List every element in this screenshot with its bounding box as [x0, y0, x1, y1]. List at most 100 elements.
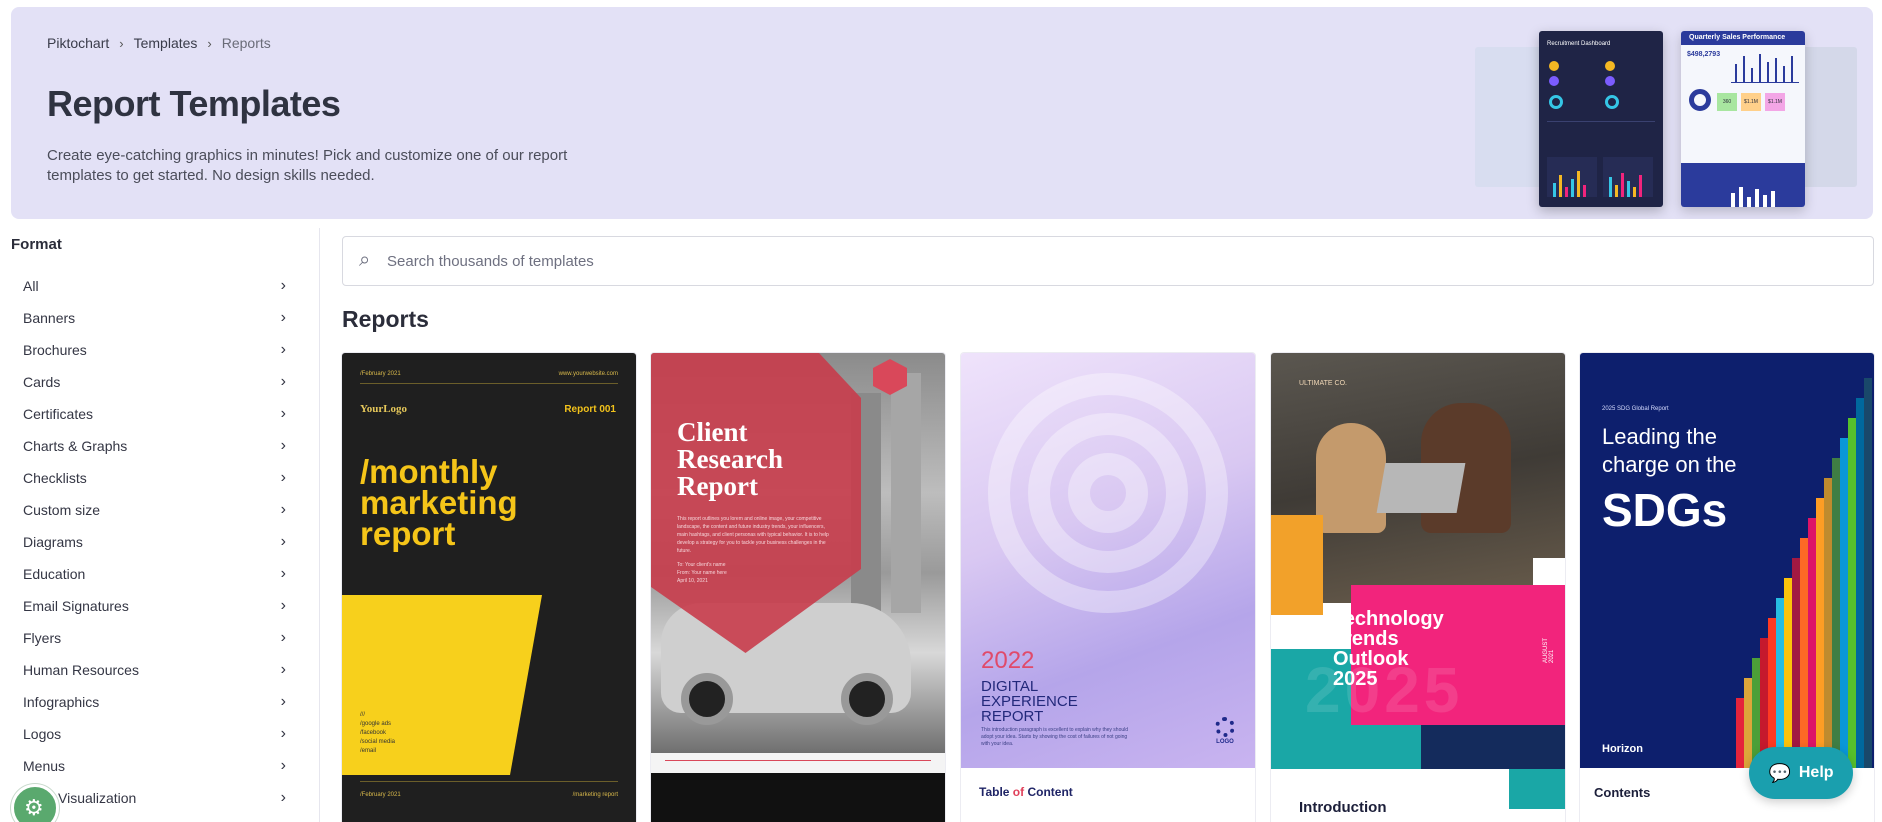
sidebar-item-menus[interactable]: Menus › [0, 750, 300, 782]
card-caption: Table of Content [979, 785, 1073, 799]
card-stripe [1816, 498, 1824, 768]
sidebar-item-custom-size[interactable]: Custom size › [0, 494, 300, 526]
card-text: 2025 SDG Global Report [1602, 406, 1669, 412]
hero-art-footer [1681, 163, 1805, 207]
card-photo-shape [891, 373, 921, 613]
hero-art-donut [1689, 89, 1711, 111]
card-stripe [1832, 458, 1840, 768]
sidebar-item-banners[interactable]: Banners › [0, 302, 300, 334]
card-brand: Horizon [1602, 743, 1643, 755]
sidebar-item-human-resources[interactable]: Human Resources › [0, 654, 300, 686]
chevron-right-icon: › [280, 693, 286, 710]
sidebar-item-flyers[interactable]: Flyers › [0, 622, 300, 654]
card-stripe [1824, 478, 1832, 768]
card-title: DIGITAL EXPERIENCE REPORT [981, 679, 1078, 724]
sidebar-item-all[interactable]: All › [0, 270, 300, 302]
card-text: This introduction paragraph is excellent… [981, 727, 1129, 747]
card-watermark: 2025 [1305, 654, 1464, 726]
sidebar-item-label: Brochures [23, 342, 87, 358]
hero-art-spikes [1731, 53, 1799, 83]
sidebar-item-infographics[interactable]: Infographics › [0, 686, 300, 718]
sidebar-item-checklists[interactable]: Checklists › [0, 462, 300, 494]
sidebar-item-label: Banners [23, 310, 76, 326]
sidebar-item-label: Cards [23, 374, 61, 390]
hero-banner: Piktochart › Templates › Reports Report … [11, 7, 1873, 219]
card-logo: YourLogo [360, 403, 408, 415]
chevron-right-icon: › [280, 629, 286, 646]
card-stripe [1856, 398, 1864, 768]
chevron-right-icon: › [280, 277, 286, 294]
divider [360, 383, 618, 384]
sidebar-item-label: Checklists [23, 470, 87, 486]
sidebar-item-label: Visualization [58, 790, 137, 806]
card-title-line: Research [677, 444, 783, 474]
chevron-right-icon: › [280, 565, 286, 582]
card-caption: Contents [1594, 785, 1651, 800]
card-title-line: report [360, 515, 456, 552]
chevron-right-icon: › [280, 309, 286, 326]
section-title: Reports [342, 306, 429, 332]
card-text: /social media [360, 739, 396, 745]
card-text: /marketing report [572, 792, 618, 798]
card-title-line: marketing [360, 484, 518, 521]
template-card-monthly-marketing[interactable]: /February 2021 www.yourwebsite.com YourL… [342, 353, 636, 822]
sidebar-item-cards[interactable]: Cards › [0, 366, 300, 398]
hero-art-stat: $1.1M [1741, 93, 1761, 111]
page-title: Report Templates [47, 83, 341, 124]
sidebar-item-diagrams[interactable]: Diagrams › [0, 526, 300, 558]
breadcrumb-templates[interactable]: Templates [134, 35, 198, 51]
hero-art-value: $498,2793 [1687, 51, 1721, 58]
search-input[interactable] [387, 237, 1847, 285]
hero-art-bars [1603, 157, 1653, 197]
card-text: /February 2021 [360, 371, 401, 377]
chevron-right-icon: › [280, 341, 286, 358]
template-card-digital-experience[interactable]: 2022 DIGITAL EXPERIENCE REPORT This intr… [961, 353, 1255, 822]
sidebar-item-brochures[interactable]: Brochures › [0, 334, 300, 366]
divider [665, 760, 931, 761]
hero-art-dot [1605, 61, 1615, 71]
card-photo-shape [1376, 463, 1466, 513]
sidebar-item-label: Education [23, 566, 86, 582]
card-title-line: DIGITAL [981, 678, 1039, 695]
hero-art-stat: $1.1M [1765, 93, 1785, 111]
sidebar-item-label: Human Resources [23, 662, 139, 678]
sidebar-item-label: Infographics [23, 694, 100, 710]
card-stripe [1784, 578, 1792, 768]
breadcrumb: Piktochart › Templates › Reports [47, 35, 271, 51]
chevron-right-icon: › [280, 757, 286, 774]
sidebar-item-education[interactable]: Education › [0, 558, 300, 590]
card-title: Leading the charge on the [1602, 423, 1737, 479]
card-shape [1068, 453, 1148, 533]
card-stripe [1864, 378, 1872, 768]
chevron-right-icon: › [280, 597, 286, 614]
hero-art-light-title: Quarterly Sales Performance [1689, 34, 1786, 41]
breadcrumb-piktochart[interactable]: Piktochart [47, 35, 109, 51]
card-text: of [1012, 785, 1025, 799]
card-stripe [1840, 438, 1848, 768]
hero-illustration: Recruitment Dashboard Quarterly Sales Pe… [1461, 21, 1861, 211]
sidebar-item-email-signatures[interactable]: Email Signatures › [0, 590, 300, 622]
card-photo-shape [841, 673, 893, 725]
help-button[interactable]: 💬 Help [1749, 747, 1853, 799]
sidebar-item-charts-graphs[interactable]: Charts & Graphs › [0, 430, 300, 462]
sidebar-item-label: Certificates [23, 406, 94, 422]
breadcrumb-current: Reports [221, 35, 271, 51]
chevron-right-icon: › [280, 373, 286, 390]
hero-art-bars [1547, 157, 1597, 197]
template-card-client-research[interactable]: Client Research Report This report outli… [651, 353, 945, 822]
hero-art-table [1547, 121, 1655, 151]
card-stripe [1808, 518, 1816, 768]
card-text: Content [1024, 785, 1073, 799]
sidebar-item-label: Custom size [23, 502, 101, 518]
sidebar-item-logos[interactable]: Logos › [0, 718, 300, 750]
card-text: From: Your name here [677, 570, 727, 576]
template-card-technology-trends[interactable]: ULTIMATE CO. Technology Trends Outlook 2… [1271, 353, 1565, 822]
page-description: Create eye-catching graphics in minutes!… [47, 147, 568, 184]
card-title-line: /monthly [360, 453, 498, 490]
sidebar-item-certificates[interactable]: Certificates › [0, 398, 300, 430]
card-stripe [1792, 558, 1800, 768]
card-title-line: EXPERIENCE [981, 693, 1078, 710]
hero-art-donut [1549, 95, 1563, 109]
sidebar-item-label: Flyers [23, 630, 62, 646]
card-body: This report outlines you lorem and onlin… [677, 515, 837, 585]
